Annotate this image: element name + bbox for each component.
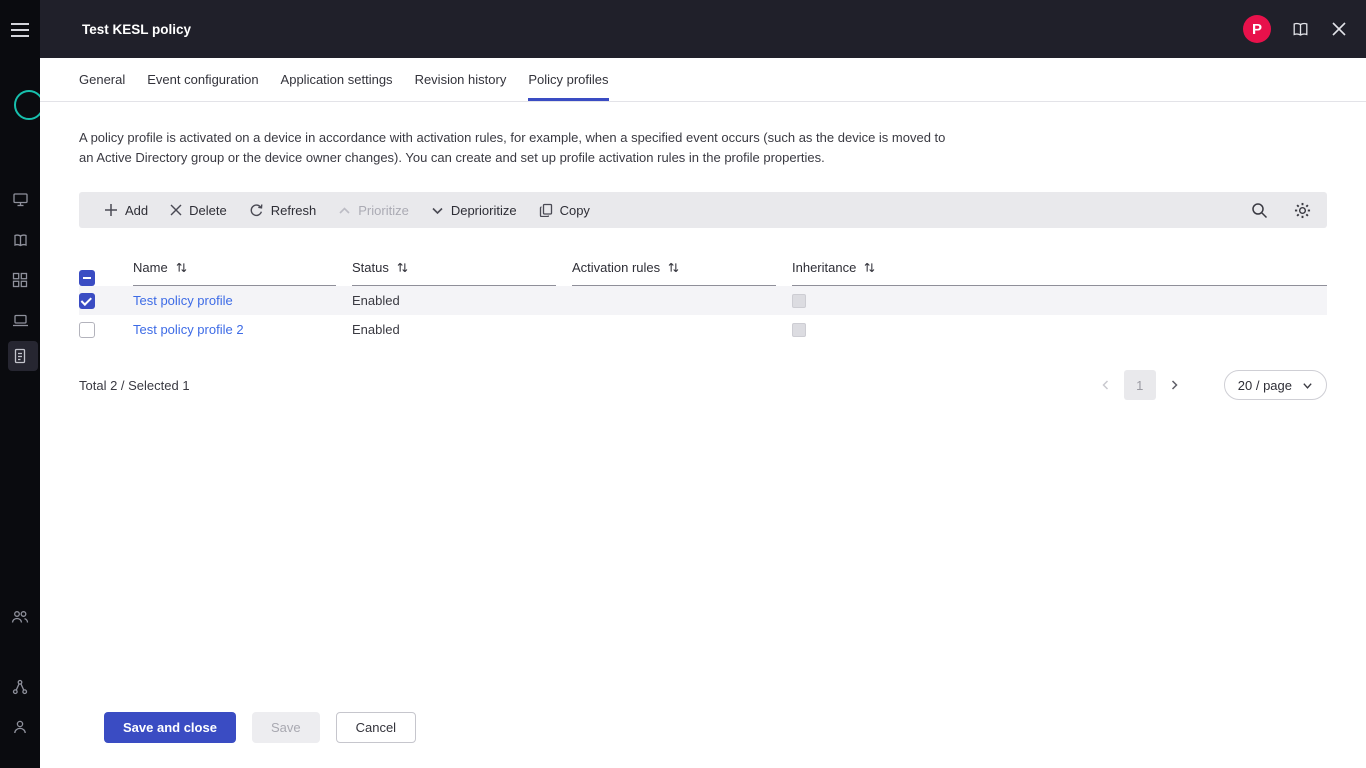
tab-event-configuration[interactable]: Event configuration — [147, 58, 258, 101]
copy-button-label: Copy — [560, 203, 590, 218]
select-all-checkbox[interactable] — [79, 270, 95, 286]
table-footer: Total 2 / Selected 1 1 20 / page — [79, 370, 1327, 400]
tab-bar: General Event configuration Application … — [40, 58, 1366, 102]
row-checkbox[interactable] — [79, 322, 95, 338]
add-button-label: Add — [125, 203, 148, 218]
save-and-close-button[interactable]: Save and close — [104, 712, 236, 743]
rail-item-hierarchy-icon[interactable] — [0, 671, 40, 703]
gear-icon[interactable] — [1292, 200, 1313, 221]
tab-general[interactable]: General — [79, 58, 125, 101]
sort-icon — [667, 261, 680, 274]
pagination: 1 20 / page — [1092, 370, 1327, 400]
table-header-row: Name Status Activation — [79, 248, 1327, 286]
hamburger-menu-icon[interactable] — [0, 14, 40, 46]
policy-profiles-table: Name Status Activation — [79, 248, 1327, 344]
page-number-button[interactable]: 1 — [1124, 370, 1156, 400]
tab-revision-history[interactable]: Revision history — [415, 58, 507, 101]
profile-link[interactable]: Test policy profile — [133, 293, 233, 308]
prioritize-button: Prioritize — [327, 192, 420, 228]
row-checkbox[interactable] — [79, 293, 95, 309]
product-badge-icon: P — [1243, 15, 1271, 43]
status-value: Enabled — [352, 293, 400, 308]
policy-profiles-description: A policy profile is activated on a devic… — [79, 128, 951, 168]
chevron-down-icon — [1302, 380, 1313, 391]
table-row[interactable]: Test policy profile Enabled — [79, 286, 1327, 315]
rail-item-book-icon[interactable] — [0, 224, 40, 256]
sort-icon — [396, 261, 409, 274]
table-row[interactable]: Test policy profile 2 Enabled — [79, 315, 1327, 344]
rail-item-laptop-icon[interactable] — [0, 304, 40, 336]
prioritize-button-label: Prioritize — [358, 203, 409, 218]
rail-item-users-icon[interactable] — [0, 601, 40, 633]
inheritance-checkbox — [792, 323, 806, 337]
inheritance-checkbox — [792, 294, 806, 308]
deprioritize-button-label: Deprioritize — [451, 203, 517, 218]
previous-page-icon — [1092, 375, 1120, 395]
table-toolbar: Add Delete Refresh Prioritize Deprioriti… — [79, 192, 1327, 228]
add-button[interactable]: Add — [93, 192, 159, 228]
delete-button[interactable]: Delete — [159, 192, 238, 228]
column-header-status[interactable]: Status — [352, 260, 556, 286]
page-size-value: 20 / page — [1238, 378, 1292, 393]
sort-icon — [863, 261, 876, 274]
selection-summary: Total 2 / Selected 1 — [79, 378, 190, 393]
rail-item-monitor-icon[interactable] — [0, 183, 40, 215]
documentation-book-icon[interactable] — [1289, 19, 1312, 40]
next-page-icon[interactable] — [1160, 375, 1188, 395]
deprioritize-button[interactable]: Deprioritize — [420, 192, 528, 228]
column-header-inheritance[interactable]: Inheritance — [792, 260, 1327, 286]
rail-item-grid-icon[interactable] — [0, 264, 40, 296]
brand-logo-icon — [14, 90, 40, 120]
status-value: Enabled — [352, 322, 400, 337]
close-icon[interactable] — [1330, 20, 1348, 38]
rail-item-user-icon[interactable] — [0, 711, 40, 743]
profile-link[interactable]: Test policy profile 2 — [133, 322, 244, 337]
column-header-name[interactable]: Name — [133, 260, 336, 286]
refresh-button[interactable]: Refresh — [238, 192, 328, 228]
save-button: Save — [252, 712, 320, 743]
dialog-actions: Save and close Save Cancel — [79, 712, 1327, 768]
search-icon[interactable] — [1249, 200, 1270, 221]
refresh-button-label: Refresh — [271, 203, 317, 218]
copy-button[interactable]: Copy — [528, 192, 601, 228]
left-rail — [0, 0, 40, 768]
page-size-select[interactable]: 20 / page — [1224, 370, 1327, 400]
column-header-activation-rules[interactable]: Activation rules — [572, 260, 776, 286]
cancel-button[interactable]: Cancel — [336, 712, 416, 743]
tab-policy-profiles[interactable]: Policy profiles — [528, 58, 608, 101]
rail-item-document-icon[interactable] — [0, 340, 40, 372]
app-window: Test KESL policy P General Event configu… — [0, 0, 1366, 768]
tab-application-settings[interactable]: Application settings — [281, 58, 393, 101]
window-header: Test KESL policy P — [40, 0, 1366, 58]
sort-icon — [175, 261, 188, 274]
delete-button-label: Delete — [189, 203, 227, 218]
window-title: Test KESL policy — [82, 22, 191, 37]
